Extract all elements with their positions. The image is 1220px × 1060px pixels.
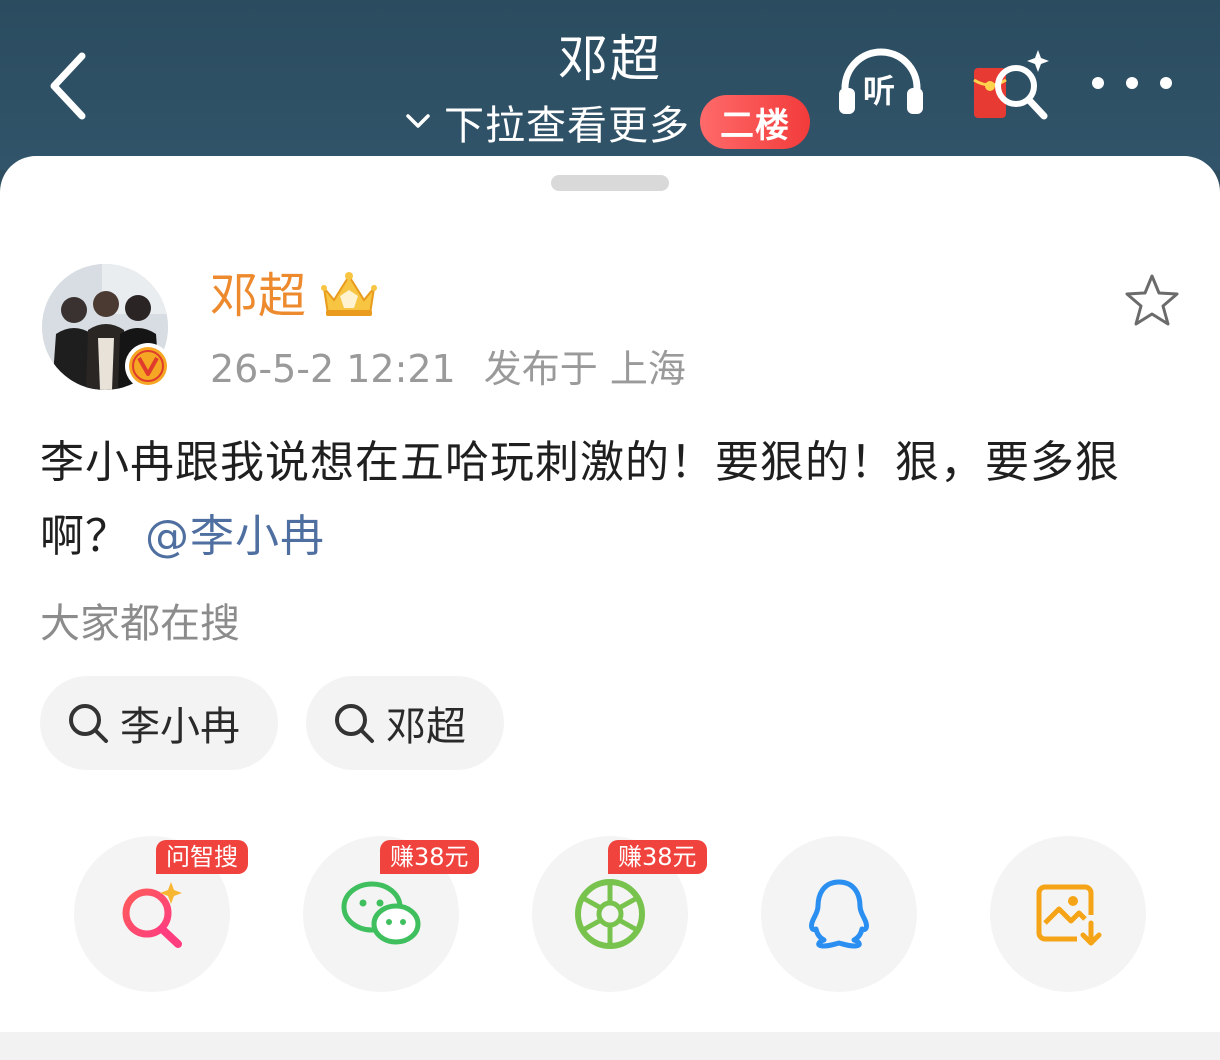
wechat-icon bbox=[341, 881, 421, 945]
more-options-button[interactable] bbox=[1092, 60, 1172, 106]
search-icon bbox=[69, 704, 108, 743]
chevron-down-icon bbox=[406, 114, 430, 128]
star-icon bbox=[1125, 274, 1179, 326]
crown-badge-icon bbox=[321, 272, 377, 316]
moments-icon bbox=[575, 879, 645, 949]
post-text: 李小冉跟我说想在五哈玩刺激的！要狠的！狠，要多狠啊？ @李小冉 bbox=[40, 426, 1190, 574]
search-chip[interactable]: 李小冉 bbox=[40, 676, 278, 770]
share-row: 问智搜 赚38元 赚38元 bbox=[0, 836, 1220, 996]
search-chip-label: 邓超 bbox=[386, 704, 466, 750]
qq-icon bbox=[809, 879, 869, 949]
bottom-divider bbox=[0, 1032, 1220, 1060]
author-name[interactable]: 邓超 bbox=[210, 266, 306, 326]
share-tag: 赚38元 bbox=[380, 840, 479, 874]
listen-button[interactable]: 听 bbox=[833, 44, 929, 124]
share-qq-button[interactable] bbox=[761, 836, 917, 992]
favorite-button[interactable] bbox=[1124, 272, 1180, 328]
smart-search-icon bbox=[122, 882, 182, 948]
red-packet-search-button[interactable] bbox=[968, 46, 1054, 126]
save-image-icon bbox=[1036, 884, 1102, 946]
weibo-post-page: 邓超 下拉查看更多 二楼 听 邓超 26-5-2 12:21 发布于 上海 李小… bbox=[0, 0, 1220, 1060]
post-sheet: 邓超 26-5-2 12:21 发布于 上海 李小冉跟我说想在五哈玩刺激的！要狠… bbox=[0, 156, 1220, 1060]
mention-link[interactable]: @李小冉 bbox=[145, 511, 325, 562]
post-time: 26-5-2 12:21 bbox=[210, 347, 456, 391]
more-dot-icon bbox=[1092, 77, 1104, 89]
share-save-image-button[interactable] bbox=[990, 836, 1146, 992]
trending-search-label: 大家都在搜 bbox=[40, 601, 240, 647]
search-chip-label: 李小冉 bbox=[120, 704, 240, 750]
post-location: 发布于 上海 bbox=[483, 347, 686, 391]
top-nav-bar: 邓超 下拉查看更多 二楼 听 bbox=[0, 0, 1220, 170]
pull-down-text: 下拉查看更多 bbox=[444, 103, 690, 149]
listen-label: 听 bbox=[863, 72, 896, 110]
share-tag: 赚38元 bbox=[608, 840, 707, 874]
second-floor-badge[interactable]: 二楼 bbox=[700, 95, 810, 149]
search-icon bbox=[335, 704, 374, 743]
drag-handle[interactable] bbox=[551, 175, 669, 191]
search-chip[interactable]: 邓超 bbox=[306, 676, 504, 770]
post-meta: 26-5-2 12:21 发布于 上海 bbox=[210, 344, 686, 394]
more-dot-icon bbox=[1126, 77, 1138, 89]
share-tag: 问智搜 bbox=[156, 840, 248, 874]
verified-badge-icon bbox=[125, 343, 171, 389]
more-dot-icon bbox=[1160, 77, 1172, 89]
red-packet-search-icon bbox=[973, 50, 1049, 120]
pull-down-hint[interactable]: 下拉查看更多 二楼 bbox=[404, 92, 810, 152]
